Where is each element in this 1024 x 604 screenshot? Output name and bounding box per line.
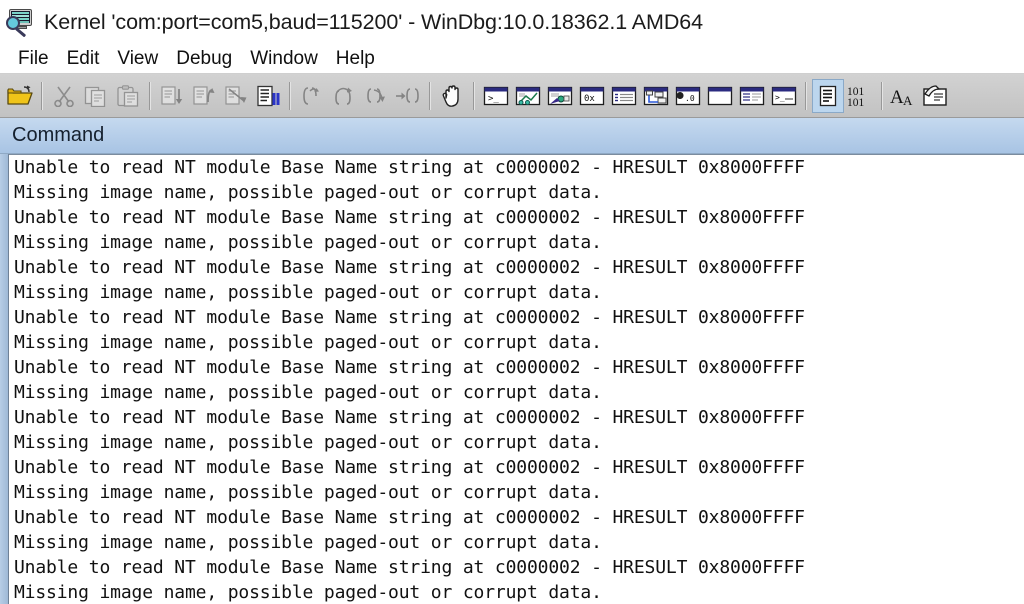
console-line: Missing image name, possible paged-out o… [14,332,602,353]
disassembly-window-icon[interactable]: .0 [672,79,704,113]
windbg-monitor-magnifier-icon [6,8,36,38]
cut-scissors-icon[interactable] [48,79,80,113]
menu-file[interactable]: File [9,48,58,70]
command-window-icon[interactable]: >_ [480,79,512,113]
run-to-cursor-braces-icon[interactable] [392,79,424,113]
console-line: Unable to read NT module Base Name strin… [14,407,805,428]
memory-window-icon[interactable] [608,79,640,113]
console-line: Missing image name, possible paged-out o… [14,482,602,503]
command-browser-window-icon[interactable]: >_ [768,79,800,113]
console-line: Unable to read NT module Base Name strin… [14,357,805,378]
toolbar-separator [289,81,291,110]
source-mode-icon[interactable] [812,78,844,113]
step-out-lines-icon[interactable] [220,79,252,113]
menu-edit[interactable]: Edit [58,48,109,70]
menubar: File Edit View Debug Window Help [0,44,1024,74]
open-folder-icon[interactable] [4,79,36,113]
step-over-lines-icon[interactable] [188,79,220,113]
console-line: Missing image name, possible paged-out o… [14,232,602,253]
svg-text:A: A [903,93,913,108]
console-line: Unable to read NT module Base Name strin… [14,457,805,478]
menu-view[interactable]: View [108,48,167,70]
toolbar-separator [429,81,431,110]
console-line: Unable to read NT module Base Name strin… [14,157,805,178]
toolbar-separator [149,81,151,110]
toolbar-separator [805,81,807,110]
svg-text:>_: >_ [775,93,785,102]
window-titlebar: Kernel 'com:port=com5,baud=115200' - Win… [0,0,1024,44]
command-pane-title: Command [12,124,105,146]
toolbar: >_ 0x .0 >_ 101 101 A A [0,74,1024,118]
copy-icon[interactable] [80,79,112,113]
processes-window-icon[interactable] [736,79,768,113]
font-size-icon[interactable]: A A [888,79,920,113]
svg-text:101: 101 [847,97,865,108]
command-pane-gutter [0,154,9,604]
console-line: Missing image name, possible paged-out o… [14,382,602,403]
command-output[interactable]: Unable to read NT module Base Name strin… [9,154,1024,604]
step-into-braces-icon[interactable] [296,79,328,113]
console-line: Missing image name, possible paged-out o… [14,432,602,453]
menu-help[interactable]: Help [327,48,384,70]
console-line: Unable to read NT module Base Name strin… [14,557,805,578]
options-notes-icon[interactable] [920,79,952,113]
step-out-braces-icon[interactable] [360,79,392,113]
console-line: Unable to read NT module Base Name strin… [14,257,805,278]
paste-clipboard-icon[interactable] [112,79,144,113]
toolbar-separator [881,81,883,110]
step-over-braces-icon[interactable] [328,79,360,113]
step-into-lines-icon[interactable] [156,79,188,113]
registers-window-icon[interactable]: 0x [576,79,608,113]
toolbar-separator [473,81,475,110]
toolbar-separator [41,81,43,110]
svg-text:A: A [890,87,904,108]
menu-window[interactable]: Window [241,48,327,70]
svg-text:>_: >_ [488,94,499,104]
window-title: Kernel 'com:port=com5,baud=115200' - Win… [44,9,703,34]
hand-break-icon[interactable] [436,79,468,113]
console-line: Unable to read NT module Base Name strin… [14,507,805,528]
console-line: Missing image name, possible paged-out o… [14,282,602,303]
console-line: Missing image name, possible paged-out o… [14,532,602,553]
svg-text:0x: 0x [584,94,595,104]
console-line: Missing image name, possible paged-out o… [14,582,602,603]
break-pause-icon[interactable] [252,79,284,113]
scratch-pad-window-icon[interactable] [704,79,736,113]
console-line: Unable to read NT module Base Name strin… [14,307,805,328]
menu-debug[interactable]: Debug [167,48,241,70]
console-line: Unable to read NT module Base Name strin… [14,207,805,228]
locals-window-icon[interactable] [544,79,576,113]
command-pane: Unable to read NT module Base Name strin… [0,154,1024,604]
assembly-mode-101-icon[interactable]: 101 101 [844,79,876,113]
command-pane-header: Command [0,118,1024,154]
watch-window-icon[interactable] [512,79,544,113]
svg-text:.0: .0 [685,94,695,103]
calls-window-icon[interactable] [640,79,672,113]
console-line: Missing image name, possible paged-out o… [14,182,602,203]
